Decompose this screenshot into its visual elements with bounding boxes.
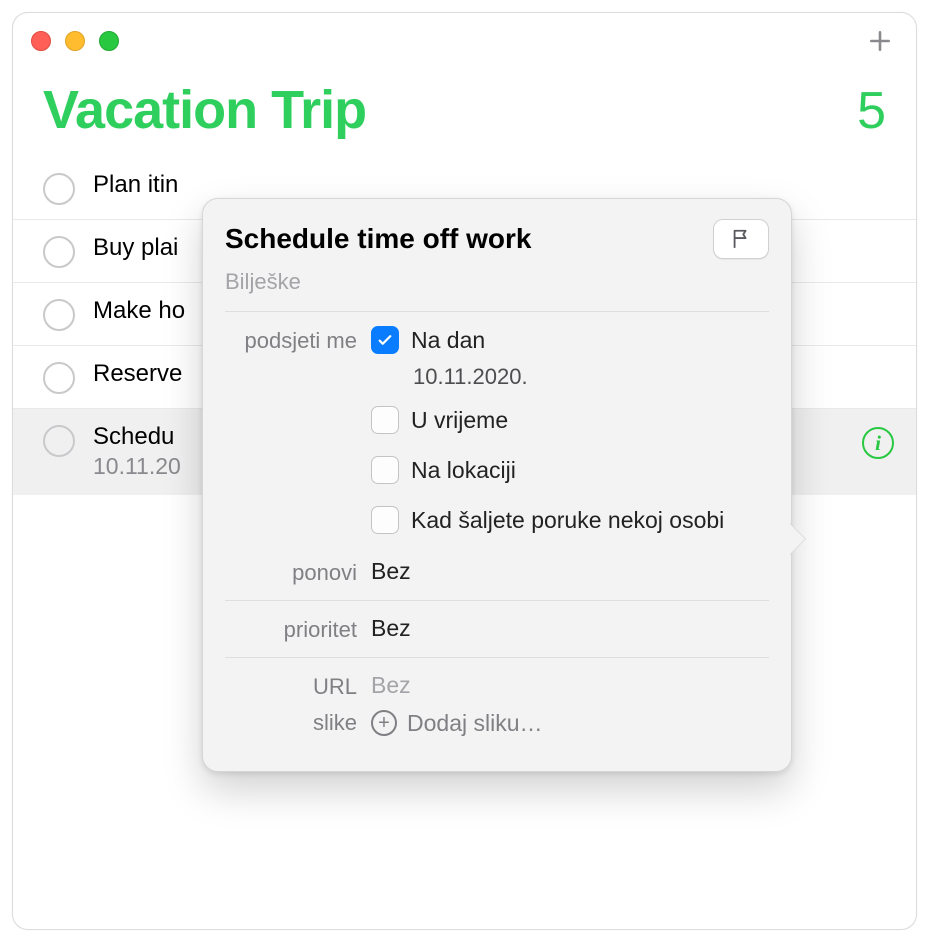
remind-me-row: podsjeti me Na dan 10.11.2020. U vrijeme xyxy=(225,312,769,552)
option-when-messaging[interactable]: Kad šaljete poruke nekoj osobi xyxy=(371,506,769,534)
repeat-row[interactable]: ponovi Bez xyxy=(225,552,769,600)
option-when-messaging-label: Kad šaljete poruke nekoj osobi xyxy=(411,507,724,534)
priority-value[interactable]: Bez xyxy=(371,615,769,643)
images-row: slike + Dodaj sliku… xyxy=(225,704,769,751)
option-at-time-label: U vrijeme xyxy=(411,407,508,434)
complete-toggle[interactable] xyxy=(43,425,75,457)
url-row[interactable]: URL Bez xyxy=(225,658,769,704)
add-reminder-button[interactable] xyxy=(862,23,898,59)
zoom-icon[interactable] xyxy=(99,31,119,51)
option-on-day-label: Na dan xyxy=(411,327,485,354)
window-controls xyxy=(31,31,119,51)
checkbox-when-messaging[interactable] xyxy=(371,506,399,534)
reminder-detail-popover: Schedule time off work Bilješke podsjeti… xyxy=(202,198,792,772)
info-button[interactable]: i xyxy=(862,427,894,459)
images-value: + Dodaj sliku… xyxy=(371,708,769,737)
list-title: Vacation Trip xyxy=(43,79,366,141)
titlebar xyxy=(13,13,916,69)
priority-label: prioritet xyxy=(225,615,357,643)
plus-icon xyxy=(867,28,893,54)
complete-toggle[interactable] xyxy=(43,362,75,394)
notes-field[interactable]: Bilješke xyxy=(225,263,769,312)
option-on-day[interactable]: Na dan xyxy=(371,326,769,354)
remind-me-label: podsjeti me xyxy=(225,326,357,538)
flag-button[interactable] xyxy=(713,219,769,259)
checkbox-on-day[interactable] xyxy=(371,326,399,354)
checkbox-at-time[interactable] xyxy=(371,406,399,434)
plus-circle-icon: + xyxy=(371,710,397,736)
check-icon xyxy=(376,331,394,349)
reminder-title-field[interactable]: Schedule time off work xyxy=(225,223,701,255)
priority-row[interactable]: prioritet Bez xyxy=(225,601,769,657)
complete-toggle[interactable] xyxy=(43,236,75,268)
option-at-time[interactable]: U vrijeme xyxy=(371,406,769,434)
repeat-value[interactable]: Bez xyxy=(371,558,769,586)
popover-header: Schedule time off work xyxy=(225,219,769,259)
option-on-day-date[interactable]: 10.11.2020. xyxy=(413,364,769,390)
minimize-icon[interactable] xyxy=(65,31,85,51)
option-at-location-label: Na lokaciji xyxy=(411,457,516,484)
complete-toggle[interactable] xyxy=(43,173,75,205)
item-title: Plan itin xyxy=(93,171,894,199)
close-icon[interactable] xyxy=(31,31,51,51)
list-header: Vacation Trip 5 xyxy=(13,69,916,147)
info-icon: i xyxy=(875,431,881,456)
remind-options: Na dan 10.11.2020. U vrijeme Na lokaciji xyxy=(371,326,769,538)
item-count: 5 xyxy=(857,81,886,141)
item-text: Plan itin xyxy=(93,171,894,199)
add-image-button[interactable]: + Dodaj sliku… xyxy=(371,710,543,737)
url-value[interactable]: Bez xyxy=(371,672,769,700)
checkbox-at-location[interactable] xyxy=(371,456,399,484)
images-label: slike xyxy=(225,708,357,737)
repeat-label: ponovi xyxy=(225,558,357,586)
option-at-location[interactable]: Na lokaciji xyxy=(371,456,769,484)
flag-icon xyxy=(730,228,752,250)
complete-toggle[interactable] xyxy=(43,299,75,331)
url-label: URL xyxy=(225,672,357,700)
add-image-label: Dodaj sliku… xyxy=(407,710,543,737)
